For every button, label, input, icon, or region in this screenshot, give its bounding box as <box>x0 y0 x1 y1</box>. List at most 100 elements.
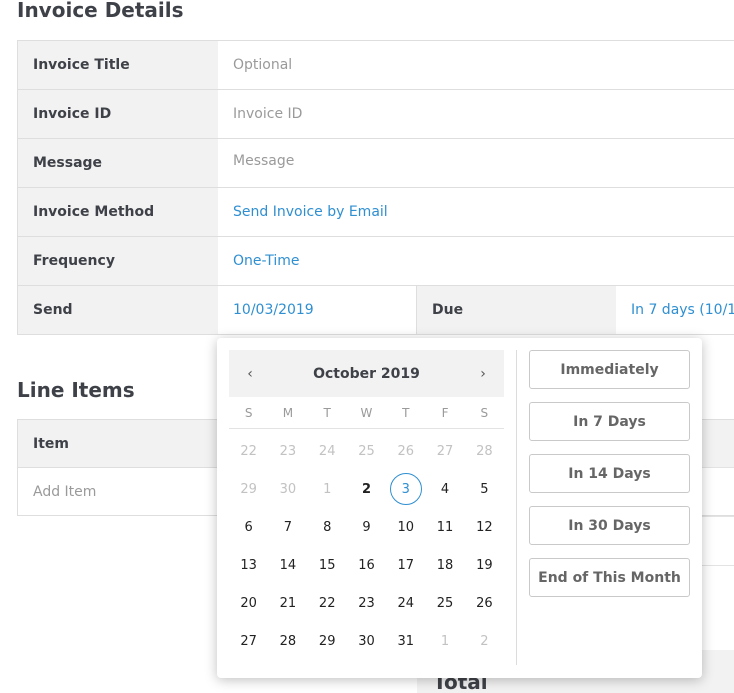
calendar-day[interactable]: 25 <box>425 584 464 622</box>
calendar-day-number: 21 <box>279 595 297 611</box>
calendar-day-number: 20 <box>240 595 257 611</box>
calendar-day: 30 <box>268 470 307 508</box>
calendar-day: 29 <box>229 470 268 508</box>
immediately-button[interactable]: Immediately <box>529 350 690 389</box>
calendar-day[interactable]: 16 <box>347 546 386 584</box>
message-input[interactable]: Message <box>218 139 734 187</box>
calendar-day[interactable]: 26 <box>465 584 504 622</box>
invoice-id-input[interactable]: Invoice ID <box>218 90 734 138</box>
calendar-day[interactable]: 14 <box>268 546 307 584</box>
calendar-day-number: 12 <box>476 519 493 535</box>
invoice-method-link[interactable]: Send Invoice by Email <box>218 188 734 236</box>
calendar-day-number: 22 <box>318 595 336 611</box>
calendar-day[interactable]: 5 <box>465 470 504 508</box>
calendar-day-number: 10 <box>397 519 415 535</box>
calendar-day-number: 3 <box>389 473 422 505</box>
calendar-day[interactable]: 4 <box>425 470 464 508</box>
quick-date-buttons: Immediately In 7 Days In 14 Days In 30 Days… <box>529 350 690 610</box>
row-send-due: Send 10/03/2019 Due In 7 days (10/10/ <box>18 286 734 335</box>
calendar-day-number: 26 <box>397 443 415 459</box>
calendar-day: 1 <box>308 470 347 508</box>
calendar-day[interactable]: 30 <box>347 622 386 660</box>
calendar-day: 22 <box>229 432 268 470</box>
weekday-label: T <box>402 405 410 420</box>
date-picker-popover: ‹ October 2019 › SMTWTFS 22 23 24 25 26 27 28 2… <box>217 338 702 678</box>
calendar-day[interactable]: 23 <box>347 584 386 622</box>
calendar-day[interactable]: 19 <box>465 546 504 584</box>
calendar-day-number: 19 <box>476 557 493 573</box>
calendar-day[interactable]: 22 <box>308 584 347 622</box>
end-of-month-button[interactable]: End of This Month <box>529 558 690 597</box>
calendar-day[interactable]: 29 <box>308 622 347 660</box>
in-7-days-button[interactable]: In 7 Days <box>529 402 690 441</box>
calendar-day-number: 2 <box>361 481 372 497</box>
calendar-day[interactable]: 11 <box>425 508 464 546</box>
calendar-day[interactable]: 15 <box>308 546 347 584</box>
row-frequency: Frequency One-Time <box>18 237 734 286</box>
calendar-day-number: 31 <box>397 633 415 649</box>
in-14-days-button[interactable]: In 14 Days <box>529 454 690 493</box>
invoice-title-input[interactable]: Optional <box>218 41 734 89</box>
calendar-month-title: October 2019 <box>313 365 420 382</box>
calendar-day[interactable]: 2 <box>347 470 386 508</box>
calendar-day-number: 24 <box>318 443 336 459</box>
calendar-day-number: 23 <box>279 443 297 459</box>
calendar-day-number: 5 <box>480 481 489 497</box>
calendar-day-number: 16 <box>358 557 375 573</box>
due-date-field[interactable]: In 7 days (10/10/ <box>616 286 734 334</box>
in-30-days-button[interactable]: In 30 Days <box>529 506 690 545</box>
calendar-day[interactable]: 21 <box>268 584 307 622</box>
calendar-day[interactable]: 6 <box>229 508 268 546</box>
calendar-day-number: 2 <box>480 633 489 649</box>
invoice-id-label: Invoice ID <box>18 90 218 138</box>
calendar-day[interactable]: 8 <box>308 508 347 546</box>
weekday-label: S <box>244 405 253 420</box>
calendar-days-grid: 22 23 24 25 26 27 28 29 30 1 2 3 4 5 6 7 8 9 10 11 12 13 14 15 1… <box>229 432 504 660</box>
weekday-label: S <box>480 405 489 420</box>
calendar-day-selected[interactable]: 3 <box>386 470 425 508</box>
popover-divider <box>516 350 517 665</box>
invoice-details-heading: Invoice Details <box>17 0 184 22</box>
calendar-day-number: 13 <box>240 557 257 573</box>
calendar-day-number: 28 <box>279 633 297 649</box>
calendar-day-number: 11 <box>436 519 454 535</box>
calendar-day-number: 30 <box>358 633 375 649</box>
calendar-day[interactable]: 18 <box>425 546 464 584</box>
calendar-day-number: 22 <box>240 443 257 459</box>
row-invoice-title: Invoice Title Optional <box>18 41 734 90</box>
calendar-day-number: 1 <box>440 633 450 649</box>
calendar-day-number: 25 <box>436 595 454 611</box>
row-invoice-method: Invoice Method Send Invoice by Email <box>18 188 734 237</box>
calendar-day: 23 <box>268 432 307 470</box>
calendar-day[interactable]: 20 <box>229 584 268 622</box>
calendar-day-number: 9 <box>362 519 371 535</box>
calendar-day[interactable]: 31 <box>386 622 425 660</box>
calendar: ‹ October 2019 › SMTWTFS 22 23 24 25 26 27 28 2… <box>229 350 504 660</box>
calendar-day[interactable]: 10 <box>386 508 425 546</box>
row-message: Message Message <box>18 139 734 188</box>
calendar-day[interactable]: 24 <box>386 584 425 622</box>
message-label: Message <box>18 139 218 187</box>
invoice-method-label: Invoice Method <box>18 188 218 236</box>
calendar-day-number: 24 <box>397 595 415 611</box>
calendar-day: 26 <box>386 432 425 470</box>
weekday-label: F <box>441 405 449 420</box>
calendar-day[interactable]: 12 <box>465 508 504 546</box>
calendar-day-number: 25 <box>358 443 375 459</box>
chevron-left-icon[interactable]: ‹ <box>243 366 257 382</box>
invoice-title-label: Invoice Title <box>18 41 218 89</box>
calendar-day-number: 28 <box>476 443 493 459</box>
send-date-field[interactable]: 10/03/2019 <box>218 286 417 334</box>
calendar-day[interactable]: 17 <box>386 546 425 584</box>
calendar-day[interactable]: 28 <box>268 622 307 660</box>
chevron-right-icon[interactable]: › <box>476 366 490 382</box>
calendar-day[interactable]: 13 <box>229 546 268 584</box>
calendar-day-number: 29 <box>240 481 257 497</box>
calendar-day[interactable]: 7 <box>268 508 307 546</box>
calendar-day[interactable]: 9 <box>347 508 386 546</box>
frequency-link[interactable]: One-Time <box>218 237 734 285</box>
due-label: Due <box>417 286 616 334</box>
calendar-day-number: 29 <box>318 633 336 649</box>
weekday-label: W <box>360 405 373 420</box>
calendar-day[interactable]: 27 <box>229 622 268 660</box>
